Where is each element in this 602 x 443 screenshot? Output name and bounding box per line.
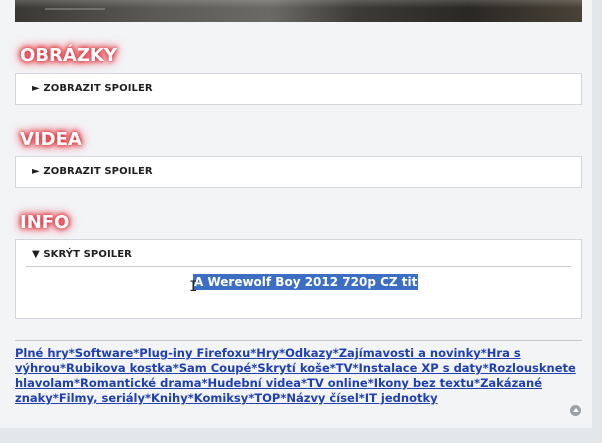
spoiler-divider [26,266,571,267]
footer-link[interactable]: Plug-iny Firefoxu [139,346,250,360]
footer-link[interactable]: Ikony bez textu [374,376,474,390]
footer-link[interactable]: Instalace XP s daty [359,361,483,375]
post-banner-image [15,0,582,22]
text-cursor-icon: I [189,279,198,295]
section-heading-videa: VIDEA [20,129,82,150]
footer-divider [15,340,582,341]
footer-link[interactable]: Romantické drama [80,376,202,390]
footer-link[interactable]: Odkazy [285,346,333,360]
footer-link[interactable]: Zajímavosti a novinky [339,346,481,360]
footer-link[interactable]: Rubikova kostka [66,361,173,375]
section-heading-obrazky: OBRÁZKY [20,45,117,66]
section-heading-info: INFO [20,212,70,233]
footer-link[interactable]: TV [336,361,353,375]
spoiler-content-title[interactable]: A Werewolf Boy 2012 720p CZ tit [193,274,419,290]
footer-link[interactable]: Názvy čísel [286,391,358,405]
banner-decoration [45,0,105,10]
footer-link[interactable]: Knihy [151,391,188,405]
page-content: OBRÁZKY ► ZOBRAZIT SPOILER VIDEA ► ZOBRA… [0,0,592,428]
spoiler-toggle-obrazky[interactable]: ► ZOBRAZIT SPOILER [32,83,153,94]
footer-link[interactable]: Komiksy [194,391,249,405]
spoiler-toggle-videa[interactable]: ► ZOBRAZIT SPOILER [32,166,153,177]
footer-links: Plné hry*Software*Plug-iny Firefoxu*Hry*… [15,346,580,406]
footer-link[interactable]: Plné hry [15,346,69,360]
footer-link[interactable]: Software [75,346,134,360]
spoiler-toggle-info[interactable]: ▼ SKRÝT SPOILER [32,249,132,260]
spoiler-box-obrazky: ► ZOBRAZIT SPOILER [15,73,582,105]
footer-link[interactable]: Filmy, seriály [59,391,145,405]
footer-link[interactable]: Hudební videa [208,376,301,390]
arrow-up-circle-icon[interactable] [570,405,581,416]
footer-link[interactable]: Sam Coupé [179,361,252,375]
page-bottom-strip [0,428,602,443]
footer-link[interactable]: TOP [254,391,280,405]
spoiler-box-info: ▼ SKRÝT SPOILER A Werewolf Boy 2012 720p… [15,239,582,319]
footer-link[interactable]: Skrytí koše [257,361,329,375]
spoiler-box-videa: ► ZOBRAZIT SPOILER [15,156,582,188]
page-gutter [592,0,602,443]
footer-link[interactable]: TV online [307,376,368,390]
footer-link[interactable]: IT jednotky [365,391,438,405]
footer-link[interactable]: Hry [256,346,279,360]
